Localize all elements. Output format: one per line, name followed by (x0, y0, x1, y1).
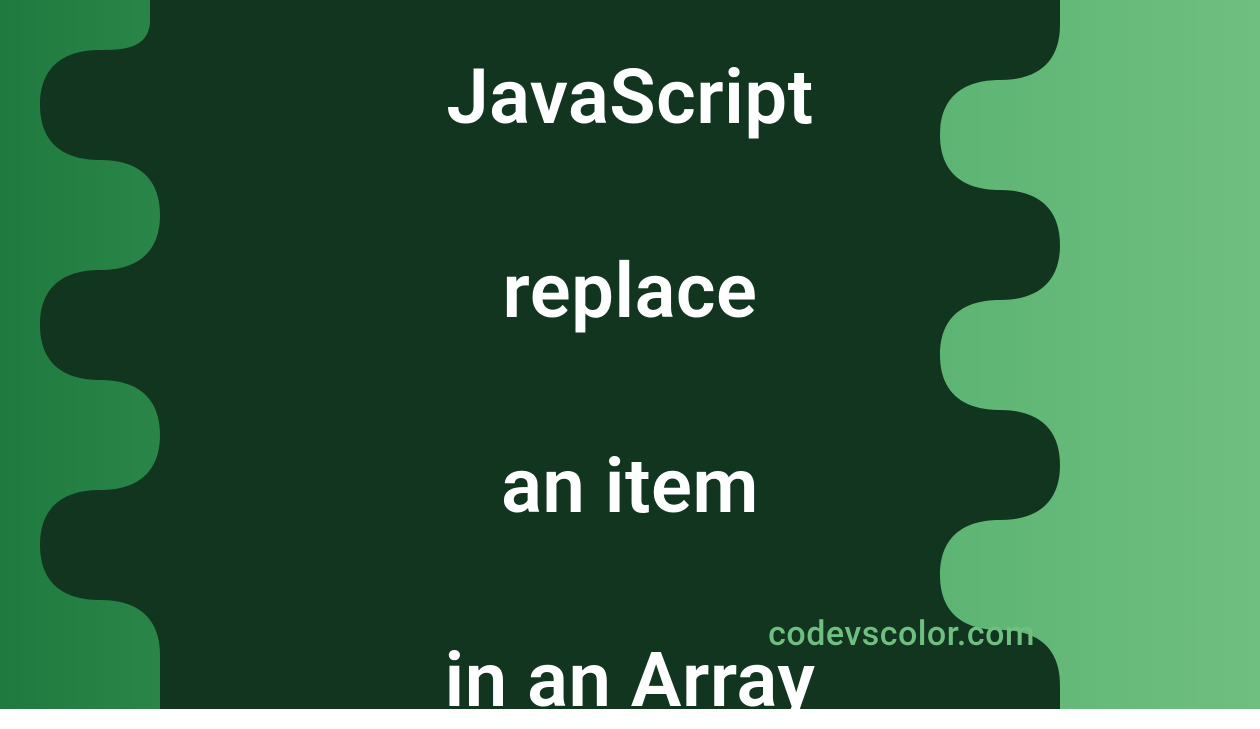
title-line-4: in an Array (445, 635, 816, 725)
banner-canvas: JavaScript replace an item in an Array c… (0, 0, 1260, 709)
title-line-2: replace (503, 246, 758, 336)
site-credit: codevscolor.com (768, 614, 1035, 654)
title-line-3: an item (501, 441, 759, 531)
banner-title: JavaScript replace an item in an Array (445, 0, 816, 729)
title-line-1: JavaScript (446, 52, 813, 142)
